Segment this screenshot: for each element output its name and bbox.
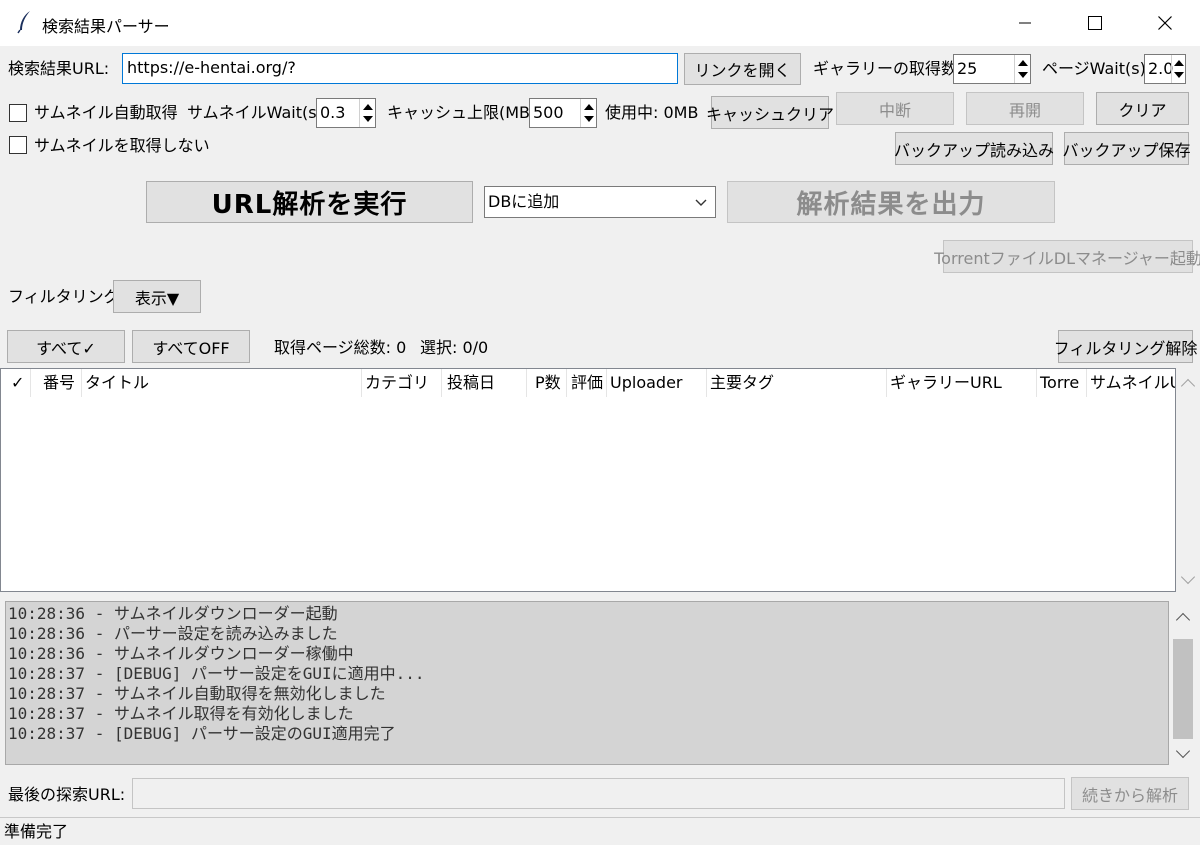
- mode-select-value: DBに追加: [488, 192, 560, 211]
- title-bar: 検索結果パーサー: [0, 0, 1200, 46]
- scroll-down-icon[interactable]: [1175, 743, 1191, 759]
- log-line: 10:28:36 - サムネイルダウンローダー起動: [8, 604, 338, 623]
- clear-button[interactable]: クリア: [1096, 92, 1189, 125]
- gallery-count-spinbox[interactable]: 25: [953, 54, 1031, 84]
- col-title[interactable]: タイトル: [82, 369, 362, 397]
- col-rating[interactable]: 評価: [567, 369, 607, 397]
- selection-text: 選択: 0/0: [420, 338, 489, 357]
- last-url-input[interactable]: [132, 778, 1065, 809]
- url-label: 検索結果URL:: [8, 59, 110, 78]
- col-tags[interactable]: 主要タグ: [707, 369, 887, 397]
- thumb-auto-label: サムネイル自動取得: [34, 103, 178, 122]
- cache-clear-button[interactable]: キャッシュクリア: [706, 96, 834, 129]
- col-torrent[interactable]: Torre: [1037, 369, 1087, 397]
- log-line: 10:28:37 - サムネイル取得を有効化しました: [8, 704, 354, 723]
- thumb-auto-checkbox[interactable]: [9, 104, 27, 122]
- run-parse-button[interactable]: URL解析を実行: [146, 181, 473, 223]
- last-url-label: 最後の探索URL:: [8, 785, 126, 804]
- thumb-wait-label: サムネイルWait(s):: [187, 103, 329, 122]
- filter-label: フィルタリング: [8, 287, 120, 306]
- deselect-all-button[interactable]: すべてOFF: [132, 330, 250, 363]
- spin-arrows-icon[interactable]: [580, 99, 596, 127]
- log-line: 10:28:37 - サムネイル自動取得を無効化しました: [8, 684, 386, 703]
- col-posted[interactable]: 投稿日: [442, 369, 527, 397]
- col-check[interactable]: ✓: [1, 369, 31, 397]
- no-thumb-label: サムネイルを取得しない: [34, 136, 210, 155]
- chevron-down-icon: [695, 199, 707, 206]
- scroll-down-icon[interactable]: [1180, 569, 1196, 585]
- thumb-wait-value: 0.3: [320, 103, 346, 122]
- close-icon: [1158, 16, 1172, 30]
- log-scrollbar[interactable]: [1171, 601, 1195, 765]
- open-link-button[interactable]: リンクを開く: [684, 53, 801, 85]
- output-results-button[interactable]: 解析結果を出力: [727, 181, 1055, 223]
- spin-arrows-icon[interactable]: [359, 99, 375, 127]
- col-gallery-url[interactable]: ギャラリーURL: [887, 369, 1037, 397]
- col-category[interactable]: カテゴリ: [362, 369, 442, 397]
- scroll-up-icon[interactable]: [1180, 378, 1196, 394]
- no-thumb-checkbox[interactable]: [9, 136, 27, 154]
- page-wait-spinbox[interactable]: 2.0: [1144, 54, 1186, 84]
- page-wait-value: 2.0: [1148, 59, 1174, 78]
- window-title: 検索結果パーサー: [42, 17, 170, 36]
- clear-filter-button[interactable]: フィルタリング解除: [1054, 330, 1197, 363]
- maximize-icon: [1088, 16, 1102, 30]
- log-line: 10:28:37 - [DEBUG] パーサー設定をGUIに適用中...: [8, 664, 425, 683]
- torrent-manager-button[interactable]: TorrentファイルDLマネージャー起動: [934, 240, 1200, 273]
- filter-toggle-button[interactable]: 表示▼: [113, 280, 201, 313]
- thumb-wait-spinbox[interactable]: 0.3: [316, 98, 376, 128]
- page-total-text: 取得ページ総数: 0: [274, 338, 407, 357]
- table-scrollbar[interactable]: [1176, 368, 1200, 592]
- cache-usage-text: 使用中: 0MB: [605, 103, 699, 122]
- pause-button[interactable]: 中断: [836, 92, 954, 125]
- spin-arrows-icon[interactable]: [1171, 55, 1185, 83]
- col-thumbnail-url[interactable]: サムネイルU: [1087, 369, 1175, 397]
- spin-arrows-icon[interactable]: [1014, 55, 1030, 83]
- close-button[interactable]: [1130, 0, 1200, 46]
- backup-load-button[interactable]: バックアップ読み込み: [894, 132, 1054, 165]
- status-text: 準備完了: [4, 822, 69, 841]
- gallery-count-label: ギャラリーの取得数:: [813, 59, 963, 78]
- log-line: 10:28:37 - [DEBUG] パーサー設定のGUI適用完了: [8, 724, 396, 743]
- feather-icon: [17, 11, 30, 34]
- resume-button[interactable]: 再開: [966, 92, 1084, 125]
- log-line: 10:28:36 - サムネイルダウンローダー稼働中: [8, 644, 354, 663]
- log-scroll-thumb[interactable]: [1173, 639, 1193, 739]
- table-header: ✓ 番号 タイトル カテゴリ 投稿日 P数 評価 Uploader 主要タグ ギ…: [1, 369, 1175, 397]
- continue-parse-button[interactable]: 続きから解析: [1071, 777, 1189, 810]
- select-all-button[interactable]: すべて✓: [7, 330, 125, 363]
- maximize-button[interactable]: [1060, 0, 1130, 46]
- col-number[interactable]: 番号: [31, 369, 82, 397]
- col-uploader[interactable]: Uploader: [607, 369, 707, 397]
- url-input[interactable]: https://e-hentai.org/?: [122, 53, 678, 84]
- page-wait-label: ページWait(s):: [1042, 59, 1152, 78]
- cache-limit-value: 500: [533, 103, 564, 122]
- minimize-icon: [1019, 22, 1031, 24]
- cache-limit-spinbox[interactable]: 500: [529, 98, 597, 128]
- scroll-up-icon[interactable]: [1175, 612, 1191, 628]
- cache-limit-label: キャッシュ上限(MB):: [387, 103, 542, 122]
- gallery-count-value: 25: [957, 59, 978, 78]
- backup-save-button[interactable]: バックアップ保存: [1063, 132, 1191, 165]
- minimize-button[interactable]: [990, 0, 1060, 46]
- status-bar: 準備完了: [0, 817, 1200, 845]
- log-line: 10:28:36 - パーサー設定を読み込みました: [8, 624, 338, 643]
- mode-select[interactable]: DBに追加: [484, 186, 716, 218]
- col-pages[interactable]: P数: [527, 369, 567, 397]
- log-area[interactable]: 10:28:36 - サムネイルダウンローダー起動 10:28:36 - パーサ…: [5, 601, 1169, 765]
- results-table[interactable]: ✓ 番号 タイトル カテゴリ 投稿日 P数 評価 Uploader 主要タグ ギ…: [0, 368, 1176, 592]
